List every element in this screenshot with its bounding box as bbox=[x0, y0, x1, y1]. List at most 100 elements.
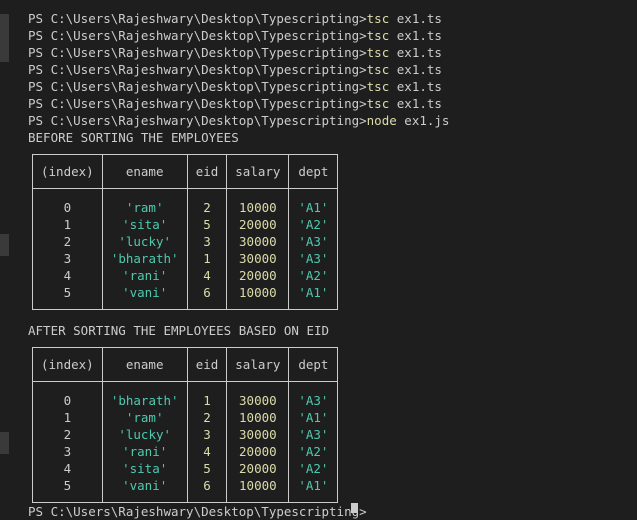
cell-eid: 6 bbox=[186, 284, 228, 310]
cell-ename: 'sita' bbox=[101, 460, 188, 477]
table-row: 1'ram' 2 10000 'A1' bbox=[32, 409, 339, 426]
cell-dept: 'A2' bbox=[288, 460, 339, 477]
cell-index: 2 bbox=[32, 426, 103, 443]
cell-dept: 'A1' bbox=[288, 409, 339, 426]
cell-index: 5 bbox=[32, 284, 103, 310]
cell-salary: 20000 bbox=[226, 443, 290, 460]
cell-dept: 'A3' bbox=[288, 250, 339, 267]
gutter-strip-top bbox=[0, 14, 9, 62]
prompt-text: PS C:\Users\Rajeshwary\Desktop\Typescrip… bbox=[28, 79, 367, 94]
command-history: PS C:\Users\Rajeshwary\Desktop\Typescrip… bbox=[28, 10, 628, 129]
cell-eid: 6 bbox=[186, 477, 228, 503]
header-salary: salary bbox=[226, 154, 290, 189]
table-header-row: (index) ename eid salary dept bbox=[32, 347, 339, 382]
command-name: tsc bbox=[366, 45, 390, 60]
cell-eid: 4 bbox=[186, 267, 228, 284]
cell-ename: 'lucky' bbox=[101, 233, 188, 250]
header-ename: ename bbox=[101, 347, 188, 382]
cell-dept: 'A1' bbox=[288, 284, 339, 310]
cell-index: 2 bbox=[32, 233, 103, 250]
table-row: 2'lucky' 3 30000 'A3' bbox=[32, 426, 339, 443]
prompt-text: PS C:\Users\Rajeshwary\Desktop\Typescrip… bbox=[28, 113, 367, 128]
before-sort-table: (index) ename eid salary dept 0'ram' 2 100… bbox=[32, 154, 339, 310]
cell-eid: 2 bbox=[186, 188, 228, 216]
cell-salary: 10000 bbox=[226, 284, 290, 310]
terminal-output[interactable]: PS C:\Users\Rajeshwary\Desktop\Typescrip… bbox=[28, 10, 628, 503]
cell-eid: 5 bbox=[186, 216, 228, 233]
current-prompt: PS C:\Users\Rajeshwary\Desktop\Typescrip… bbox=[28, 504, 367, 519]
cell-eid: 1 bbox=[186, 381, 228, 409]
cell-ename: 'lucky' bbox=[101, 426, 188, 443]
command-line: PS C:\Users\Rajeshwary\Desktop\Typescrip… bbox=[28, 112, 628, 129]
cell-dept: 'A1' bbox=[288, 188, 339, 216]
command-line: PS C:\Users\Rajeshwary\Desktop\Typescrip… bbox=[28, 44, 628, 61]
command-argument: ex1.ts bbox=[396, 96, 442, 111]
header-ename: ename bbox=[101, 154, 188, 189]
cell-dept: 'A2' bbox=[288, 267, 339, 284]
table-header-row: (index) ename eid salary dept bbox=[32, 154, 339, 189]
cell-ename: 'vani' bbox=[101, 477, 188, 503]
command-line: PS C:\Users\Rajeshwary\Desktop\Typescrip… bbox=[28, 78, 628, 95]
cell-ename: 'rani' bbox=[101, 267, 188, 284]
table-row: 5'vani' 6 10000 'A1' bbox=[32, 284, 339, 310]
command-name: tsc bbox=[366, 62, 390, 77]
command-argument: ex1.js bbox=[404, 113, 450, 128]
gutter-strip-mid bbox=[0, 234, 9, 256]
cell-salary: 10000 bbox=[226, 409, 290, 426]
after-heading: AFTER SORTING THE EMPLOYEES BASED ON EID bbox=[28, 323, 330, 338]
cell-salary: 20000 bbox=[226, 460, 290, 477]
command-argument: ex1.ts bbox=[396, 45, 442, 60]
command-argument: ex1.ts bbox=[396, 28, 442, 43]
command-name: tsc bbox=[366, 11, 390, 26]
table-row: 0'ram' 2 10000 'A1' bbox=[32, 188, 339, 216]
cell-ename: 'bharath' bbox=[101, 381, 188, 409]
command-argument: ex1.ts bbox=[396, 62, 442, 77]
cell-index: 1 bbox=[32, 216, 103, 233]
cell-salary: 30000 bbox=[226, 233, 290, 250]
gutter-strip-bottom bbox=[0, 432, 9, 454]
cell-salary: 30000 bbox=[226, 250, 290, 267]
table-row: 4'rani' 4 20000 'A2' bbox=[32, 267, 339, 284]
cell-eid: 4 bbox=[186, 443, 228, 460]
command-line: PS C:\Users\Rajeshwary\Desktop\Typescrip… bbox=[28, 95, 628, 112]
table-row: 4'sita' 5 20000 'A2' bbox=[32, 460, 339, 477]
cell-index: 0 bbox=[32, 381, 103, 409]
cell-eid: 3 bbox=[186, 233, 228, 250]
table-row: 1'sita' 5 20000 'A2' bbox=[32, 216, 339, 233]
command-argument: ex1.ts bbox=[396, 79, 442, 94]
prompt-text: PS C:\Users\Rajeshwary\Desktop\Typescrip… bbox=[28, 28, 367, 43]
command-line: PS C:\Users\Rajeshwary\Desktop\Typescrip… bbox=[28, 10, 628, 27]
header-eid: eid bbox=[186, 347, 228, 382]
cell-dept: 'A2' bbox=[288, 443, 339, 460]
cell-ename: 'vani' bbox=[101, 284, 188, 310]
cell-salary: 30000 bbox=[226, 426, 290, 443]
cell-index: 4 bbox=[32, 460, 103, 477]
table-row: 3'bharath' 1 30000 'A3' bbox=[32, 250, 339, 267]
cell-eid: 3 bbox=[186, 426, 228, 443]
cell-dept: 'A3' bbox=[288, 381, 339, 409]
cell-dept: 'A3' bbox=[288, 233, 339, 250]
table-row: 3'rani' 4 20000 'A2' bbox=[32, 443, 339, 460]
prompt-text: PS C:\Users\Rajeshwary\Desktop\Typescrip… bbox=[28, 45, 367, 60]
table-row: 5'vani' 6 10000 'A1' bbox=[32, 477, 339, 503]
before-heading: BEFORE SORTING THE EMPLOYEES bbox=[28, 130, 239, 145]
prompt-text: PS C:\Users\Rajeshwary\Desktop\Typescrip… bbox=[28, 96, 367, 111]
cell-ename: 'rani' bbox=[101, 443, 188, 460]
cell-ename: 'sita' bbox=[101, 216, 188, 233]
command-argument: ex1.ts bbox=[396, 11, 442, 26]
table-row: 0'bharath' 1 30000 'A3' bbox=[32, 381, 339, 409]
cell-ename: 'ram' bbox=[101, 188, 188, 216]
cell-eid: 2 bbox=[186, 409, 228, 426]
cell-index: 0 bbox=[32, 188, 103, 216]
terminal-cursor bbox=[351, 503, 358, 513]
cell-index: 4 bbox=[32, 267, 103, 284]
cell-dept: 'A1' bbox=[288, 477, 339, 503]
cell-index: 5 bbox=[32, 477, 103, 503]
cell-salary: 30000 bbox=[226, 381, 290, 409]
cell-ename: 'ram' bbox=[101, 409, 188, 426]
cell-salary: 10000 bbox=[226, 188, 290, 216]
cell-salary: 20000 bbox=[226, 267, 290, 284]
cell-dept: 'A3' bbox=[288, 426, 339, 443]
cell-dept: 'A2' bbox=[288, 216, 339, 233]
prompt-text: PS C:\Users\Rajeshwary\Desktop\Typescrip… bbox=[28, 11, 367, 26]
